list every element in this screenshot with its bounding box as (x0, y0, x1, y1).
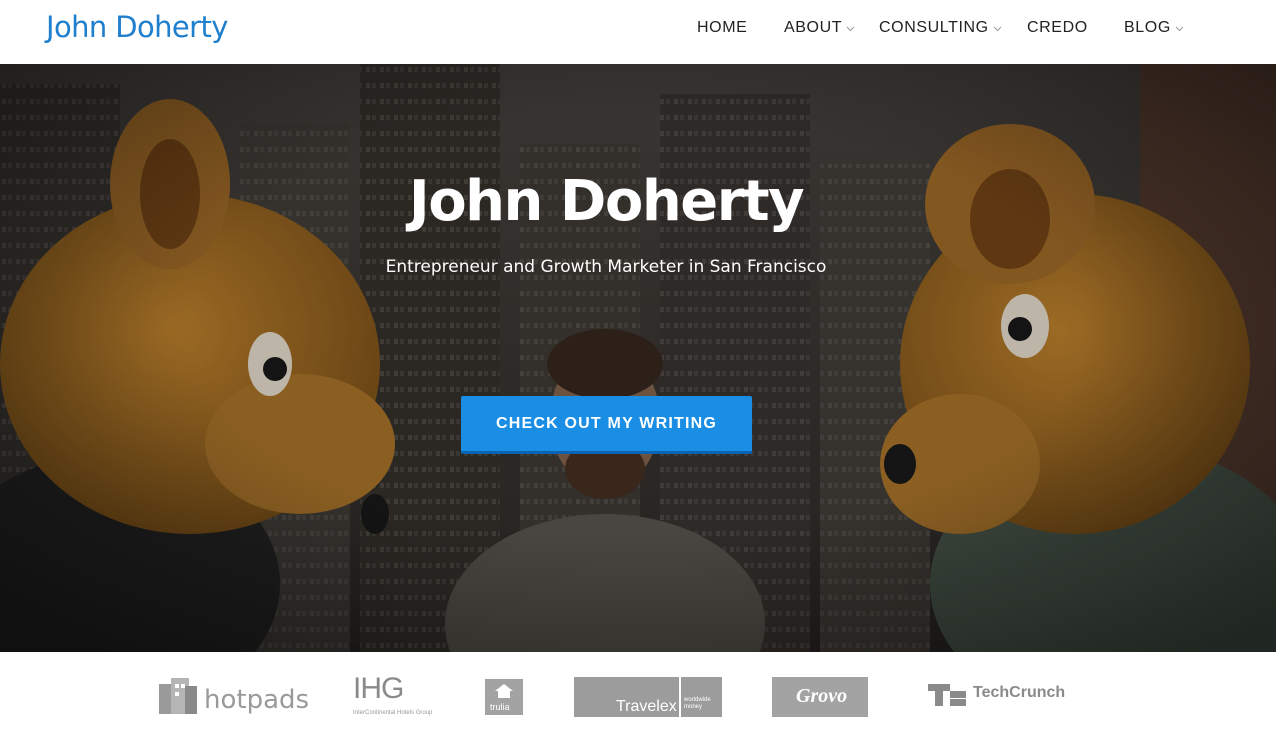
chevron-down-icon (993, 24, 1002, 33)
techcrunch-logo: TechCrunch (928, 682, 1070, 712)
nav-blog-label: BLOG (1124, 19, 1171, 36)
nav-about[interactable]: ABOUT (784, 19, 855, 37)
techcrunch-wordmark: TechCrunch (973, 684, 1066, 701)
ihg-subtitle: InterContinental Hotels Group (353, 710, 433, 716)
trulia-wordmark: trulia (490, 702, 510, 712)
chevron-down-icon (1175, 24, 1184, 33)
ihg-logo: IHG InterContinental Hotels Group (353, 672, 437, 720)
nav-consulting[interactable]: CONSULTING (879, 19, 1002, 37)
hotpads-logo: hotpads (155, 676, 309, 720)
hotpads-wordmark: hotpads (204, 685, 310, 715)
travelex-wordmark: Travelex (616, 698, 677, 715)
hotpads-building-icon (159, 678, 197, 714)
hero-background-photo (0, 64, 1276, 652)
nav-home[interactable]: HOME (697, 19, 747, 37)
chevron-down-icon (846, 24, 855, 33)
travelex-subtitle: worldwide money (684, 697, 711, 710)
check-out-writing-button[interactable]: CHECK OUT MY WRITING (461, 396, 752, 454)
grovo-wordmark: Grovo (796, 685, 848, 707)
house-icon (495, 684, 513, 698)
nav-blog[interactable]: BLOG (1124, 19, 1184, 37)
grovo-logo: Grovo (772, 677, 868, 717)
site-header: John Doherty HOME ABOUT CONSULTING CREDO… (0, 0, 1276, 64)
ihg-wordmark: IHG (353, 672, 404, 705)
travelex-logo: Travelex worldwide money (574, 677, 722, 717)
hero-section: John Doherty Entrepreneur and Growth Mar… (0, 64, 1276, 652)
nav-credo[interactable]: CREDO (1027, 19, 1088, 37)
nav-home-label: HOME (697, 19, 748, 36)
trulia-logo: trulia (485, 679, 523, 715)
techcrunch-tc-icon (928, 684, 966, 706)
nav-consulting-label: CONSULTING (879, 19, 989, 36)
main-nav: HOME ABOUT CONSULTING CREDO BLOG (0, 0, 1276, 64)
nav-about-label: ABOUT (784, 19, 843, 36)
nav-credo-label: CREDO (1027, 19, 1088, 36)
hero-title: John Doherty (408, 169, 805, 234)
travelex-divider (679, 677, 681, 717)
hero-subtitle: Entrepreneur and Growth Marketer in San … (385, 257, 827, 277)
client-logos: hotpads IHG InterContinental Hotels Grou… (0, 652, 1276, 740)
